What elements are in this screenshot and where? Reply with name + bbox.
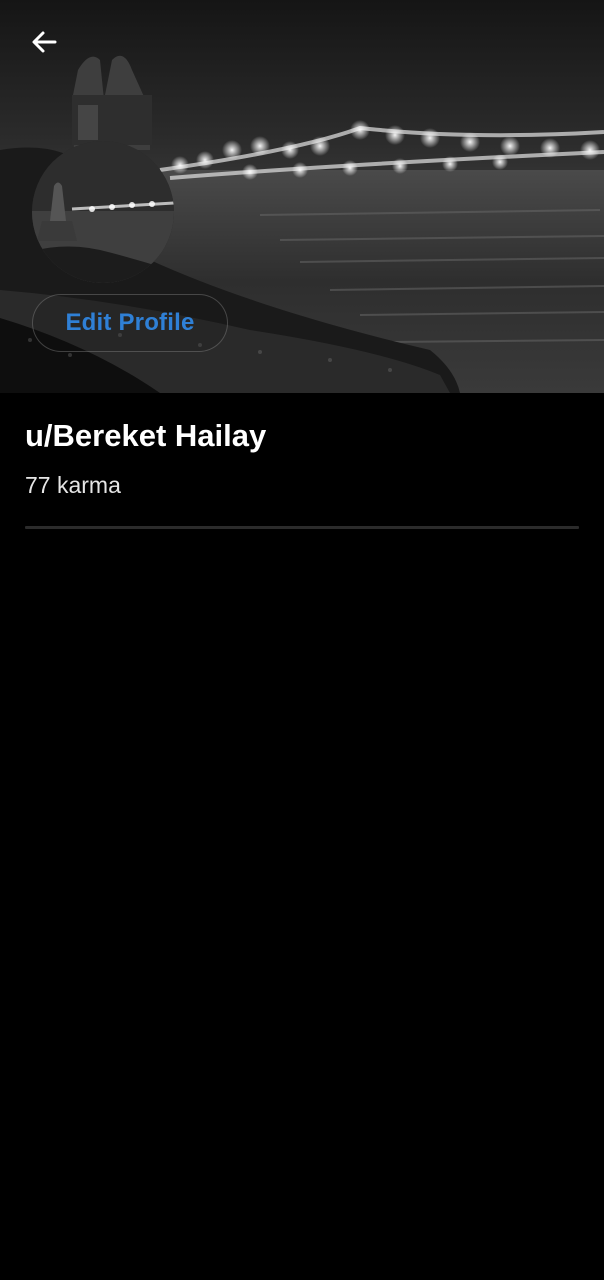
edit-profile-button[interactable]: Edit Profile [32,294,228,352]
divider [25,526,579,529]
profile-screen: Edit Profile u/Bereket Hailay 77 karma [0,0,604,1280]
edit-profile-label: Edit Profile [65,309,195,336]
avatar[interactable] [32,141,174,283]
arrow-left-icon [29,27,59,62]
back-button[interactable] [18,20,70,68]
username: u/Bereket Hailay [25,418,267,453]
karma-count: 77 karma [25,472,121,498]
